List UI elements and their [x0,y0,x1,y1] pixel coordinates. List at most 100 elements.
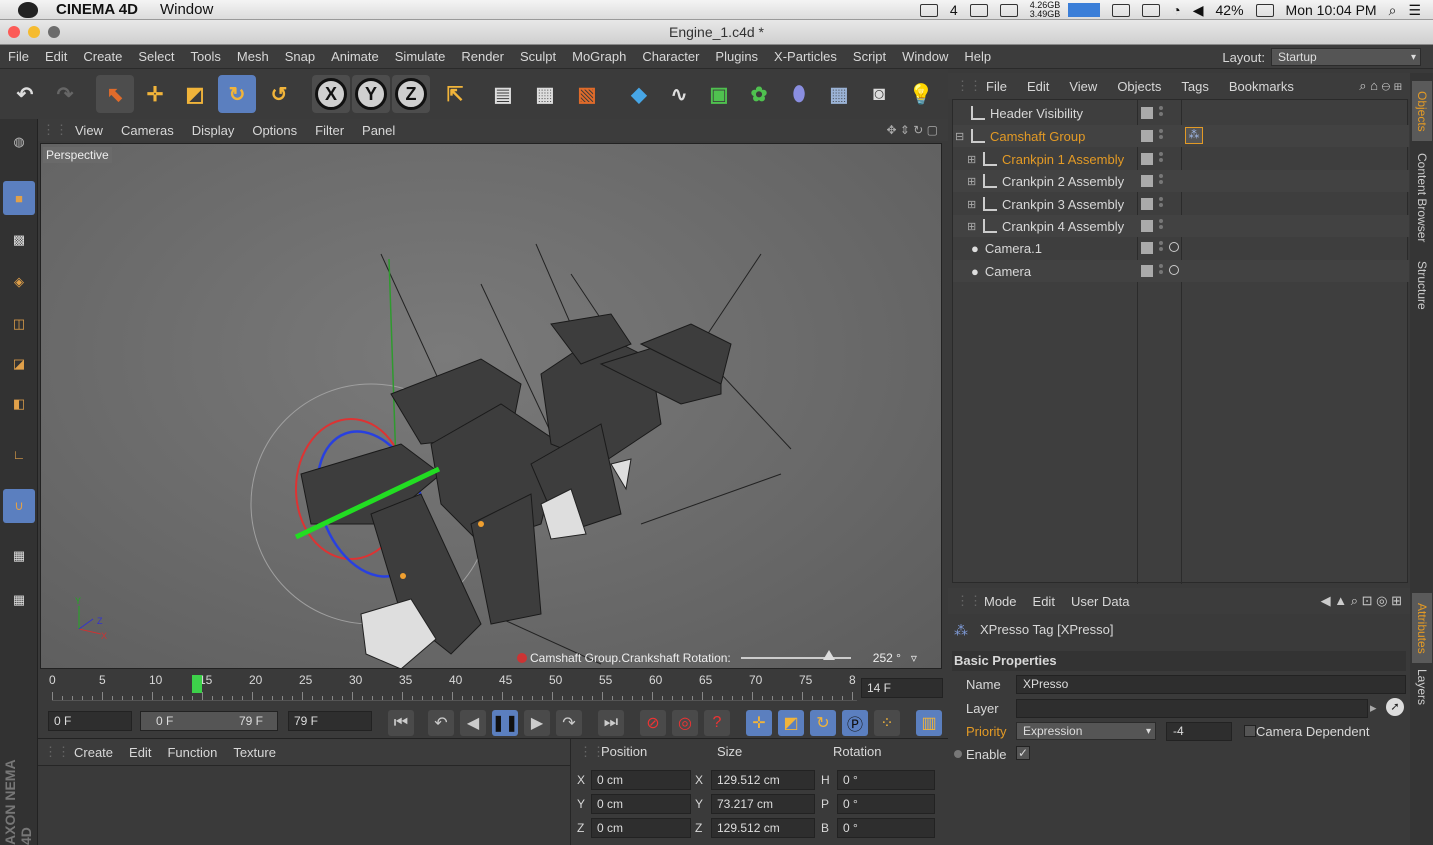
coordinate-system-icon[interactable]: ⇱ [436,75,474,113]
om-menu-edit[interactable]: Edit [1017,79,1059,94]
visibility-toggle[interactable] [1141,220,1153,232]
render-view-icon[interactable]: ▤ [484,75,522,113]
battery-percent[interactable]: 42% [1216,2,1244,18]
layer-visibility-dots[interactable] [1159,241,1164,255]
layer-visibility-dots[interactable] [1159,197,1164,211]
tab-attributes[interactable]: Attributes [1412,593,1432,663]
render-picture-viewer-icon[interactable]: ▦ [526,75,564,113]
priority-dropdown[interactable]: Expression [1016,722,1156,740]
menu-x-particles[interactable]: X-Particles [766,49,845,64]
memory-meter[interactable]: 4.26GB 3.49GB [1030,1,1061,19]
spline-pen-icon[interactable]: ∿ [660,75,698,113]
expand-icon[interactable]: ⊞ [967,175,977,188]
size-y-field[interactable]: 73.217 cm [711,794,815,814]
app-name-menu[interactable]: CINEMA 4D [56,1,138,18]
om-toolbar-icons[interactable]: ⌕ ⌂ ⊖ ⊞ [1359,78,1402,94]
menu-script[interactable]: Script [845,49,894,64]
next-frame-icon[interactable]: ▶ [524,710,550,736]
make-editable-icon[interactable]: ◍ [3,125,35,159]
hud-keyframe-icon[interactable] [517,653,527,663]
visibility-toggle[interactable] [1141,130,1153,142]
battery-icon[interactable] [1255,3,1274,17]
window-menu[interactable]: Window [160,1,213,18]
cpu-meter[interactable] [1068,3,1101,17]
menu-sculpt[interactable]: Sculpt [512,49,564,64]
object-row[interactable]: ● Camera.1 [953,237,1409,259]
cloner-icon[interactable]: ✿ [740,75,778,113]
viewport-menu-display[interactable]: Display [183,123,244,138]
viewport-menu-panel[interactable]: Panel [353,123,404,138]
facetime-icon[interactable] [919,3,938,17]
keyframe-selection-icon[interactable]: ? [704,710,730,736]
go-to-end-icon[interactable]: ⏭ [598,710,624,736]
menu-edit[interactable]: Edit [37,49,75,64]
om-menu-tags[interactable]: Tags [1171,79,1218,94]
viewport-menu-view[interactable]: View [66,123,112,138]
layer-arrow-icon[interactable]: ▸ [1370,700,1380,716]
object-name[interactable]: Header Visibility [990,106,1083,121]
object-row[interactable]: ⊞ Crankpin 4 Assembly [953,215,1409,237]
object-name[interactable]: Camshaft Group [990,129,1085,144]
protection-tag-icon[interactable] [1169,242,1179,252]
expand-icon[interactable]: ⊟ [955,130,965,143]
rotation-b-field[interactable]: 0 ° [837,818,935,838]
object-row[interactable]: ⊟ Camshaft Group [953,125,1409,147]
workplane-mode-icon[interactable]: ◈ [3,265,35,299]
object-row[interactable]: ⊞ Crankpin 2 Assembly [953,170,1409,192]
visibility-toggle[interactable] [1141,242,1153,254]
object-row[interactable]: ⊞ Crankpin 3 Assembly [953,193,1409,215]
go-to-start-icon[interactable]: ⏮ [388,710,414,736]
layer-visibility-dots[interactable] [1159,264,1164,278]
expand-icon[interactable]: ⊞ [967,153,977,166]
visibility-toggle[interactable] [1141,265,1153,277]
rotate-icon[interactable]: ↻ [218,75,256,113]
material-menu-texture[interactable]: Texture [225,745,284,760]
move-icon[interactable]: ✛ [136,75,174,113]
zoom-window-button[interactable] [48,26,60,38]
floor-icon[interactable]: ▦ [820,75,858,113]
record-rotation-icon[interactable]: ↻ [810,710,836,736]
menu-snap[interactable]: Snap [277,49,323,64]
volume-icon[interactable]: ◀ [1193,2,1204,19]
object-name[interactable]: Camera.1 [985,241,1042,256]
xpresso-tag-icon[interactable]: ⁂ [1185,127,1203,144]
light-icon[interactable]: 💡 [902,75,940,113]
model-mode-icon[interactable]: ■ [3,181,35,215]
grid-icon[interactable]: ▦ [3,583,35,617]
object-name[interactable]: Crankpin 3 Assembly [1002,197,1124,212]
drive-icon[interactable] [969,3,988,17]
object-row[interactable]: ⊞ Crankpin 1 Assembly [953,148,1409,170]
layer-visibility-dots[interactable] [1159,219,1164,233]
texture-mode-icon[interactable]: ▩ [3,223,35,257]
edit-render-settings-icon[interactable]: ▧ [568,75,606,113]
object-name[interactable]: Camera [985,264,1031,279]
om-menu-file[interactable]: File [976,79,1017,94]
monitor-icon[interactable] [999,3,1018,17]
menu-mesh[interactable]: Mesh [229,49,277,64]
menu-tools[interactable]: Tools [183,49,229,64]
playhead[interactable] [192,675,202,693]
previous-key-icon[interactable]: ↶ [428,710,454,736]
points-mode-icon[interactable]: ◫ [3,307,35,341]
menu-select[interactable]: Select [130,49,182,64]
hud-parameter[interactable]: Camshaft Group.Crankshaft Rotation: 252 … [517,649,941,667]
position-z-field[interactable]: 0 cm [591,818,691,838]
object-row[interactable]: ● Camera [953,260,1409,282]
record-parameter-icon[interactable]: Ⓟ [842,710,868,736]
bluetooth-icon[interactable] [1142,3,1161,17]
timeline-ruler[interactable]: 0 5 10 15 20 25 30 35 40 45 50 55 60 65 70 75 8 [49,673,857,701]
workplane-lock-icon[interactable]: ▦ [3,539,35,573]
polygons-mode-icon[interactable]: ◧ [3,387,35,421]
engine-model-render[interactable]: Y Z X [41,144,942,669]
visibility-toggle[interactable] [1141,198,1153,210]
next-key-icon[interactable]: ↷ [556,710,582,736]
visibility-toggle[interactable] [1141,107,1153,119]
rotation-h-field[interactable]: 0 ° [837,770,935,790]
material-menu-create[interactable]: Create [66,745,121,760]
start-frame-field[interactable]: 0 F [48,711,132,731]
wifi-icon[interactable]: ◔ [1172,2,1180,18]
basic-properties-header[interactable]: Basic Properties [952,651,1406,671]
deformer-icon[interactable]: ⬮ [780,75,818,113]
spotlight-icon[interactable]: ⌕ [1389,2,1397,19]
material-list[interactable] [38,765,570,845]
